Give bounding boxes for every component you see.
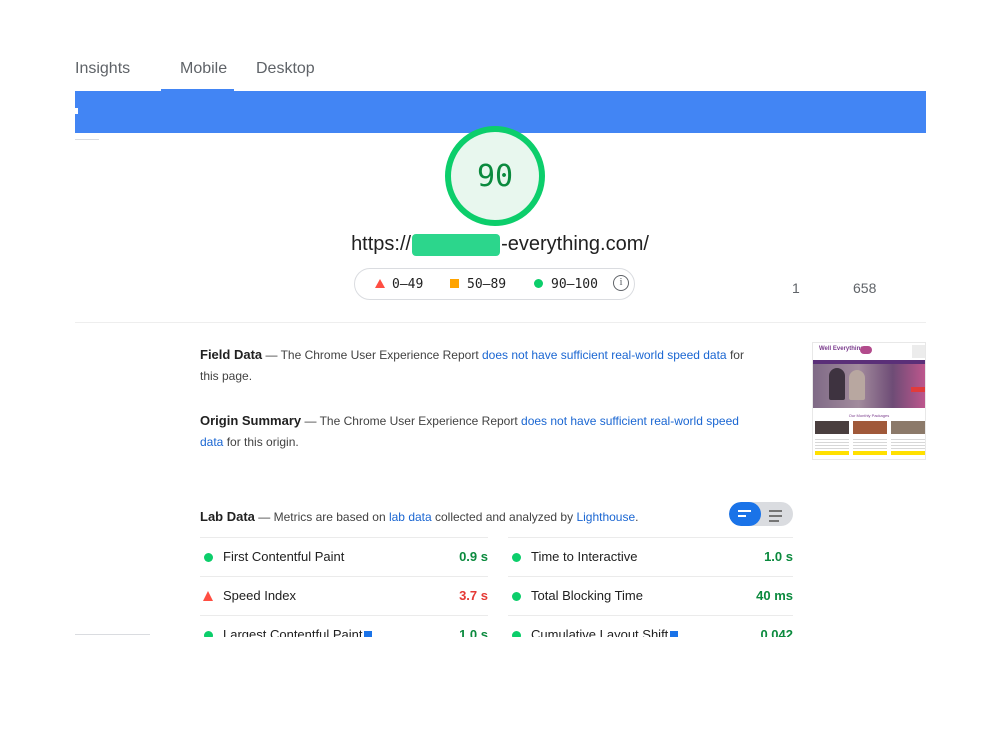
redacted-url-segment — [412, 233, 501, 256]
fail-triangle-icon — [203, 591, 213, 601]
section-divider — [75, 322, 926, 323]
metric-speed-index: Speed Index 3.7 s — [200, 576, 488, 615]
tab-desktop[interactable]: Desktop — [256, 62, 315, 78]
origin-summary-title: Origin Summary — [200, 413, 302, 428]
pass-circle-icon — [204, 631, 213, 637]
thumbnail-card-button — [853, 451, 887, 455]
metric-total-blocking-time: Total Blocking Time 40 ms — [508, 576, 793, 615]
thumbnail-card — [891, 421, 925, 434]
lab-metrics: First Contentful Paint 0.9 s Time to Int… — [200, 537, 793, 637]
thumbnail-card — [853, 421, 887, 434]
legend-average: 50–89 — [450, 277, 506, 292]
detail-view-icon[interactable] — [769, 510, 782, 525]
side-number-1: 1 — [792, 280, 800, 296]
thumbnail-card — [815, 421, 849, 434]
performance-score: 90 — [476, 159, 514, 194]
metric-cumulative-layout-shift: Cumulative Layout Shift 0.042 — [508, 615, 793, 637]
divider — [75, 634, 150, 635]
metric-first-contentful-paint: First Contentful Paint 0.9 s — [200, 537, 488, 576]
info-icon[interactable]: i — [613, 275, 629, 291]
side-number-2: 658 — [853, 280, 877, 296]
origin-summary-section: Origin Summary — The Chrome User Experie… — [200, 413, 739, 449]
triangle-icon — [375, 279, 385, 288]
pass-circle-icon — [512, 592, 521, 601]
flag-icon — [670, 631, 679, 637]
summary-view-icon — [738, 510, 751, 520]
url-prefix: https:// — [351, 233, 412, 256]
metric-time-to-interactive: Time to Interactive 1.0 s — [508, 537, 793, 576]
thumbnail-person — [829, 368, 845, 400]
legend-fail: 0–49 — [375, 277, 423, 292]
score-legend: 0–49 50–89 90–100 i — [354, 268, 635, 300]
pass-circle-icon — [204, 553, 213, 562]
thumbnail-hero-button — [911, 387, 925, 392]
toggle-summary-view[interactable] — [729, 502, 761, 526]
tab-mobile[interactable]: Mobile — [180, 62, 227, 78]
score-gauge: 90 — [445, 126, 545, 226]
lab-data-title: Lab Data — [200, 509, 255, 524]
thumbnail-section-title: Our Monthly Packages — [848, 413, 890, 418]
circle-icon — [534, 279, 543, 288]
divider — [75, 139, 99, 140]
thumbnail-card-text — [815, 437, 849, 449]
header-bar-notch — [75, 108, 78, 114]
tested-url: https:// -everything.com/ — [300, 233, 700, 256]
thumbnail-logo: Well Everything — [819, 346, 864, 352]
pass-circle-icon — [512, 631, 521, 637]
page-screenshot-thumbnail: Well Everything Our Monthly Packages — [812, 342, 926, 460]
thumbnail-person — [849, 370, 865, 400]
metric-largest-contentful-paint: Largest Contentful Paint 1.0 s — [200, 615, 488, 637]
lab-data-link[interactable]: lab data — [389, 510, 432, 524]
thumbnail-card-button — [815, 451, 849, 455]
field-data-section: Field Data — The Chrome User Experience … — [200, 347, 744, 383]
thumbnail-card-button — [891, 451, 925, 455]
tab-insights[interactable]: Insights — [75, 62, 130, 78]
thumbnail-info-box — [912, 345, 925, 358]
tab-bar: Insights Mobile Desktop — [75, 62, 926, 91]
thumbnail-card-text — [853, 437, 887, 449]
legend-pass: 90–100 — [534, 277, 598, 292]
metrics-view-toggle[interactable] — [729, 502, 793, 526]
lab-data-heading: Lab Data — Metrics are based on lab data… — [200, 509, 639, 524]
field-data-link[interactable]: does not have sufficient real-world spee… — [482, 348, 727, 362]
thumbnail-card-text — [891, 437, 925, 449]
pass-circle-icon — [512, 553, 521, 562]
logo-mark-icon — [860, 346, 872, 354]
field-data-title: Field Data — [200, 347, 263, 362]
square-icon — [450, 279, 459, 288]
lighthouse-link[interactable]: Lighthouse — [576, 510, 635, 524]
flag-icon — [364, 631, 373, 637]
url-suffix: -everything.com/ — [501, 233, 649, 256]
